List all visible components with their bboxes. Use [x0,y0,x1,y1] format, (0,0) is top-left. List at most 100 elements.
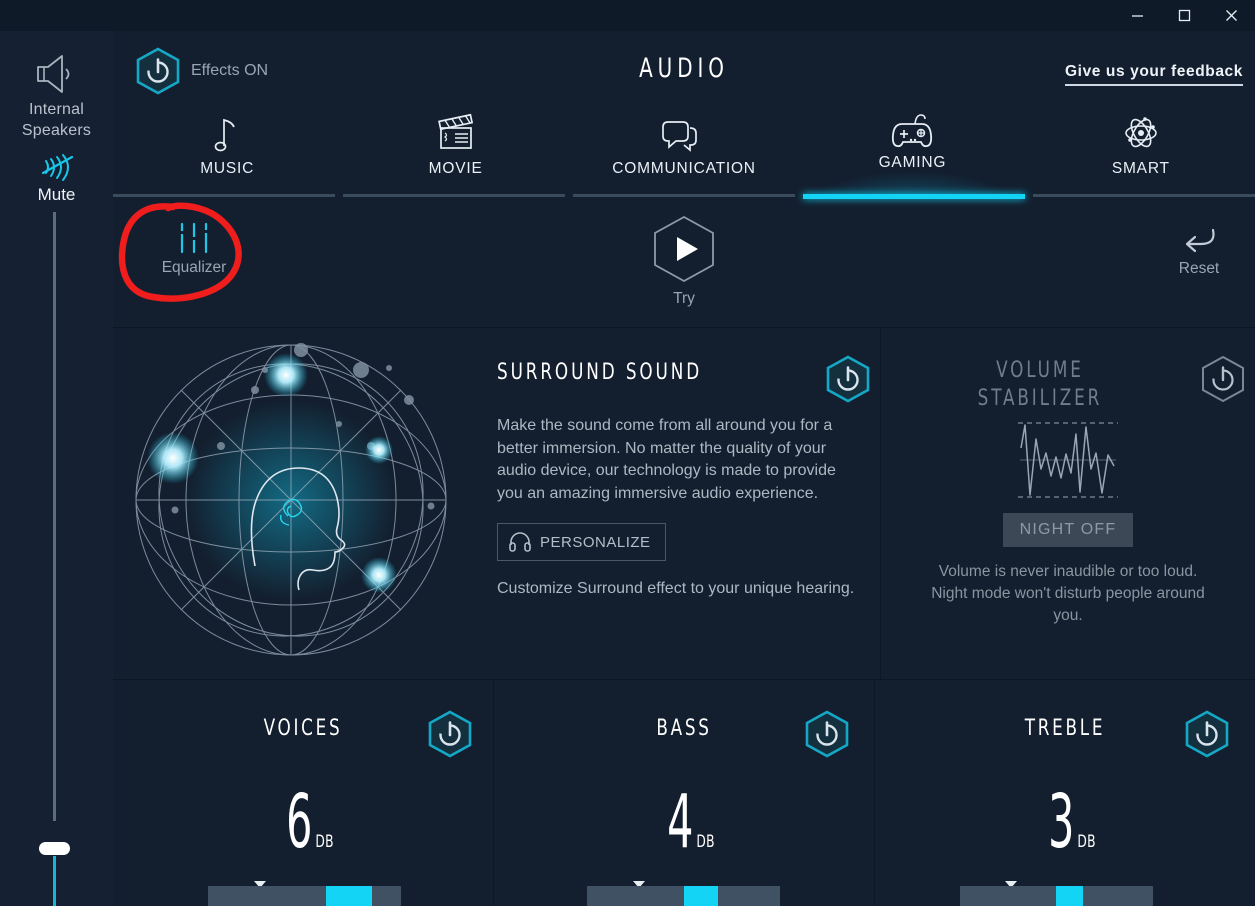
device-name-line2: Speakers [21,122,92,139]
band-number-voices: 6 [285,779,313,865]
surround-sound-text: SURROUND SOUND Make the sound come from … [468,328,880,679]
band-voices: VOICES 6 DB [113,680,494,906]
band-unit-bass: DB [696,832,715,852]
equalizer-bands-row: VOICES 6 DB BASS 4 DB TREBLE 3 DB [113,680,1255,906]
stabilizer-title-line2: STABILIZER [977,386,1103,411]
band-title-bass: BASS [656,716,712,741]
volume-slider-thumb[interactable] [39,842,70,855]
voices-slider[interactable] [113,876,493,906]
band-value-treble: 3 DB [875,785,1255,859]
close-button[interactable] [1208,0,1255,31]
bass-toggle[interactable] [804,710,850,758]
surround-sound-title: SURROUND SOUND [497,360,703,385]
reset-button[interactable]: Reset [1151,224,1247,278]
band-value-voices: 6 DB [113,785,493,859]
bass-slider-track[interactable] [587,886,780,906]
try-button[interactable]: Try [113,214,1255,308]
voices-slider-thumb[interactable] [326,886,372,906]
treble-slider-thumb[interactable] [1056,886,1083,906]
surround-sound-toggle[interactable] [825,355,871,403]
tab-movie[interactable]: MOVIE [341,110,569,194]
waveform-icon [1018,422,1118,498]
volume-track-unfilled [53,212,56,821]
band-number-bass: 4 [666,779,694,865]
band-title-voices: VOICES [263,716,343,741]
voices-toggle[interactable] [427,710,473,758]
surround-sub-description: Customize Surround effect to your unique… [497,580,855,597]
stabilizer-description: Volume is never inaudible or too loud. N… [931,563,1205,624]
tab-label-smart: SMART [1111,160,1170,177]
surround-sound-panel: SURROUND SOUND Make the sound come from … [113,328,881,679]
night-mode-button[interactable]: NIGHT OFF [1002,513,1134,547]
speaker-icon [36,55,69,93]
action-toolbar: Equalizer Try Reset [113,199,1255,328]
personalize-label: PERSONALIZE [540,533,651,551]
audio-control-panel-window: Internal Speakers Mute Effects ON AUDIO … [0,0,1255,906]
voices-slider-left[interactable] [208,886,326,906]
mute-icon [41,154,73,181]
treble-slider[interactable] [875,876,1255,906]
music-note-icon [113,110,341,154]
tab-underline-smart [1033,194,1255,197]
band-number-treble: 3 [1047,779,1075,865]
treble-slider-right[interactable] [1083,886,1153,906]
bass-slider[interactable] [494,876,874,906]
surround-sound-description: Make the sound come from all around you … [497,417,836,502]
tab-underline-movie [343,194,565,197]
treble-slider-track[interactable] [960,886,1153,906]
tab-label-movie: MOVIE [428,160,483,177]
try-label: Try [673,290,695,307]
feedback-link[interactable]: Give us your feedback [1065,63,1243,86]
device-sidebar: Internal Speakers Mute [0,31,113,906]
band-bass: BASS 4 DB [494,680,875,906]
volume-stabilizer-toggle[interactable] [1200,355,1246,403]
band-unit-voices: DB [315,832,334,852]
clapperboard-icon [341,110,569,154]
voices-slider-right[interactable] [372,886,401,906]
tab-smart[interactable]: SMART [1027,110,1255,194]
volume-track-filled [53,856,56,906]
tab-underline-communication [573,194,795,197]
maximize-button[interactable] [1161,0,1208,31]
tab-label-music: MUSIC [200,160,255,177]
gamepad-icon [798,110,1026,154]
title-bar [0,0,1255,31]
tab-gaming[interactable]: GAMING [798,110,1027,194]
mute-button[interactable]: Mute [0,149,113,205]
stabilizer-title-line1: VOLUME [996,358,1084,383]
surround-sphere-graphic [113,328,468,679]
minimize-button[interactable] [1114,0,1161,31]
main-content: Effects ON AUDIO Give us your feedback M… [113,31,1255,906]
tab-label-communication: COMMUNICATION [612,160,756,177]
play-icon [654,215,714,283]
voices-slider-track[interactable] [208,886,401,906]
volume-slider[interactable] [39,212,70,906]
treble-toggle[interactable] [1184,710,1230,758]
band-title-treble: TREBLE [1024,716,1106,741]
tab-music[interactable]: MUSIC [113,110,341,194]
mute-label: Mute [37,185,76,204]
treble-slider-left[interactable] [960,886,1056,906]
mode-tabs: MUSIC MOVIE COMMUNICATION GAMING SMART [113,110,1255,194]
undo-arrow-icon [1185,228,1215,253]
effects-power-toggle[interactable] [135,47,181,95]
band-treble: TREBLE 3 DB [875,680,1255,906]
headphones-icon [509,532,531,552]
personalize-button[interactable]: PERSONALIZE [497,523,666,561]
band-unit-treble: DB [1077,832,1096,852]
page-title: AUDIO [639,53,729,84]
reset-label: Reset [1178,260,1220,277]
app-header: Effects ON AUDIO Give us your feedback [113,31,1255,110]
band-value-bass: 4 DB [494,785,874,859]
bass-slider-left[interactable] [587,886,684,906]
device-name-line1: Internal [29,101,84,118]
window-controls [1114,0,1255,31]
speech-bubbles-icon [570,110,798,154]
atom-icon [1027,110,1255,154]
volume-stabilizer-panel: VOLUME STABILIZER NIGHT OFF Volume is ne… [881,328,1255,679]
bass-slider-right[interactable] [718,886,780,906]
bass-slider-thumb[interactable] [684,886,718,906]
tab-communication[interactable]: COMMUNICATION [570,110,798,194]
tab-label-gaming: GAMING [878,154,947,171]
tab-underline-music [113,194,335,197]
